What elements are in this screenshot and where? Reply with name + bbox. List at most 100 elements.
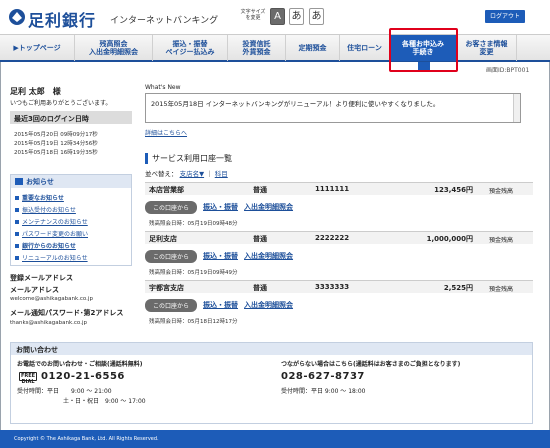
account-branch: 宇都宮支店 [149,284,184,292]
logout-button[interactable]: ログアウト [485,10,525,23]
notify-password-value: thanks@ashikagabank.co.jp [10,320,87,326]
phone-heading: お電話でのお問い合わせ・ご相談(通話料無料) [17,361,143,368]
from-this-account-label: この口座から [145,200,198,214]
account-actions: この口座から 振込・振替 入出金明細照会 [145,298,299,312]
phone-number: 0120-21-6556 [41,371,125,382]
sort-by-branch-link[interactable]: 支店名▼ [180,170,205,178]
bullet-icon [15,195,19,200]
alt-hours: 受付時間：平日 9:00 ～ 18:00 [281,388,366,395]
account-row: 宇都宮支店 普通 3333333 2,525円 預金残高 [145,280,533,293]
mail-address-value: welcome@ashikagabank.co.jp [10,296,93,302]
nav-investment[interactable]: 投資信託 外貨預金 [228,35,286,61]
customer-name: 足利 太郎 様 [10,87,61,96]
notices-title: お知らせ [26,177,54,186]
bullet-icon [15,231,19,236]
whats-new-label: What's New [145,84,181,91]
statement-link[interactable]: 入出金明細照会 [244,300,293,310]
account-type: 普通 [253,186,267,194]
font-size-label: 文字サイズを変更 [240,9,266,21]
nav-highlight-box [389,28,458,72]
account-number: 1111111 [315,185,350,193]
nav-housing-loan[interactable]: 住宅ローン [340,35,390,61]
registered-mail-title: 登録メールアドレス [10,274,73,282]
statement-link[interactable]: 入出金明細照会 [244,251,293,261]
account-branch: 本店営業部 [149,186,184,194]
account-type: 普通 [253,235,267,243]
alt-phone-heading: つながらない場合はこちら(通話料はお客さまのご負担となります) [281,361,461,368]
bank-logo-icon [9,9,25,25]
statement-link[interactable]: 入出金明細照会 [244,202,293,212]
nav-balance-inquiry[interactable]: 残高照会 入出金明細照会 [75,35,153,61]
whats-new-text: 2015年05月18日 インターネットバンキングがリニューアル！より便利に使いや… [151,100,440,108]
nav-customer-info[interactable]: お客さま情報 変更 [457,35,517,61]
hours-weekend: 土・日・祝日 9:00 ～ 17:00 [63,398,146,405]
notices-header: お知らせ [11,175,131,188]
bullet-icon [15,243,19,248]
whats-new-detail-link[interactable]: 詳細はこちらへ [145,128,187,137]
bullet-icon [15,207,19,212]
transfer-link[interactable]: 振込・振替 [203,202,238,212]
account-row: 足利支店 普通 2222222 1,000,000円 預金残高 [145,231,533,244]
notice-link-maintenance[interactable]: メンテナンスのお知らせ [15,217,88,226]
nav-transfer[interactable]: 振込・振替 ペイジー払込み [153,35,228,61]
alt-phone-number: 028-627-8737 [281,371,365,382]
balance-updated: 残高照会日時：05月18日12時17分 [149,319,238,325]
login-entry: 2015年05月20日 09時09分17秒 [14,132,98,138]
sort-label: 並べ替え： [145,170,178,178]
font-size-large-button[interactable]: あ [309,8,324,25]
from-this-account-label: この口座から [145,249,198,263]
login-history-title: 最近3回のログイン日時 [10,111,132,124]
header: 足利銀行 インターネットバンキング 文字サイズを変更 A あ あ ログアウト [0,0,550,34]
notice-link-renewal[interactable]: リニューアルのお知らせ [15,253,88,262]
font-size-small-button[interactable]: A [270,8,285,25]
notice-link-bank[interactable]: 銀行からのお知らせ [15,241,76,250]
contact-title: お問い合わせ [11,343,532,355]
account-row: 本店営業部 普通 1111111 123,456円 預金残高 [145,182,533,195]
contact-panel: お問い合わせ お電話でのお問い合わせ・ご相談(通話料無料) FREE DIAL … [10,342,533,424]
screen-id: 画面ID:BPT001 [486,67,530,74]
balance-label: 預金残高 [488,286,513,293]
balance-updated: 残高照会日時：05月19日09時48分 [149,221,238,227]
login-entry: 2015年05月19日 12時34分56秒 [14,141,98,147]
transfer-link[interactable]: 振込・振替 [203,251,238,261]
whats-new-box: 2015年05月18日 インターネットバンキングがリニューアル！より便利に使いや… [145,93,521,123]
balance-updated: 残高照会日時：05月19日09時49分 [149,270,238,276]
mail-address-label: メールアドレス [10,286,59,294]
font-size-medium-button[interactable]: あ [289,8,304,25]
footer-copyright: Copyright © The Ashikaga Bank, Ltd. All … [0,430,550,448]
login-entry: 2015年05月18日 16時19分35秒 [14,150,98,156]
notice-link-password[interactable]: パスワード変更のお願い [15,229,88,238]
nav-top-page[interactable]: ▶トップページ [0,35,75,61]
account-branch: 足利支店 [149,235,177,243]
account-balance: 2,525円 [443,284,473,292]
balance-label: 預金残高 [488,188,513,195]
whats-new-scrollbar[interactable] [513,94,520,122]
sort-by-subject-link[interactable]: 科目 [215,170,228,178]
account-number: 2222222 [315,234,350,242]
account-type: 普通 [253,284,267,292]
accounts-title: サービス利用口座一覧 [145,153,232,164]
account-actions: この口座から 振込・振替 入出金明細照会 [145,249,299,263]
account-actions: この口座から 振込・振替 入出金明細照会 [145,200,299,214]
freedial-icon: FREE DIAL [19,372,37,385]
account-number: 3333333 [315,283,350,291]
notice-link-transfer[interactable]: 振込受付のお知らせ [15,205,76,214]
bullet-icon [15,255,19,260]
greeting-message: いつもご利用ありがとうございます。 [10,100,112,107]
bank-name: 足利銀行 [28,11,97,30]
account-balance: 123,456円 [434,186,473,194]
sort-controls: 並べ替え： 支店名▼ ｜ 科目 [145,168,228,178]
transfer-link[interactable]: 振込・振替 [203,300,238,310]
from-this-account-label: この口座から [145,298,198,312]
nav-time-deposit[interactable]: 定期預金 [286,35,340,61]
account-balance: 1,000,000円 [426,235,473,243]
bullet-icon [15,219,19,224]
balance-label: 預金残高 [488,237,513,244]
notice-link-important[interactable]: 重要なお知らせ [15,193,64,202]
notify-password-label: メール通知パスワード･第2アドレス [10,309,124,317]
hours-weekday: 受付時間：平日 9:00 ～ 21:00 [17,388,112,395]
mail-icon [15,178,23,185]
global-nav: ▶トップページ 残高照会 入出金明細照会 振込・振替 ペイジー払込み 投資信託 … [0,34,550,62]
sort-separator: ｜ [206,170,213,178]
notices-panel: お知らせ 重要なお知らせ 振込受付のお知らせ メンテナンスのお知らせ パスワード… [10,174,132,266]
